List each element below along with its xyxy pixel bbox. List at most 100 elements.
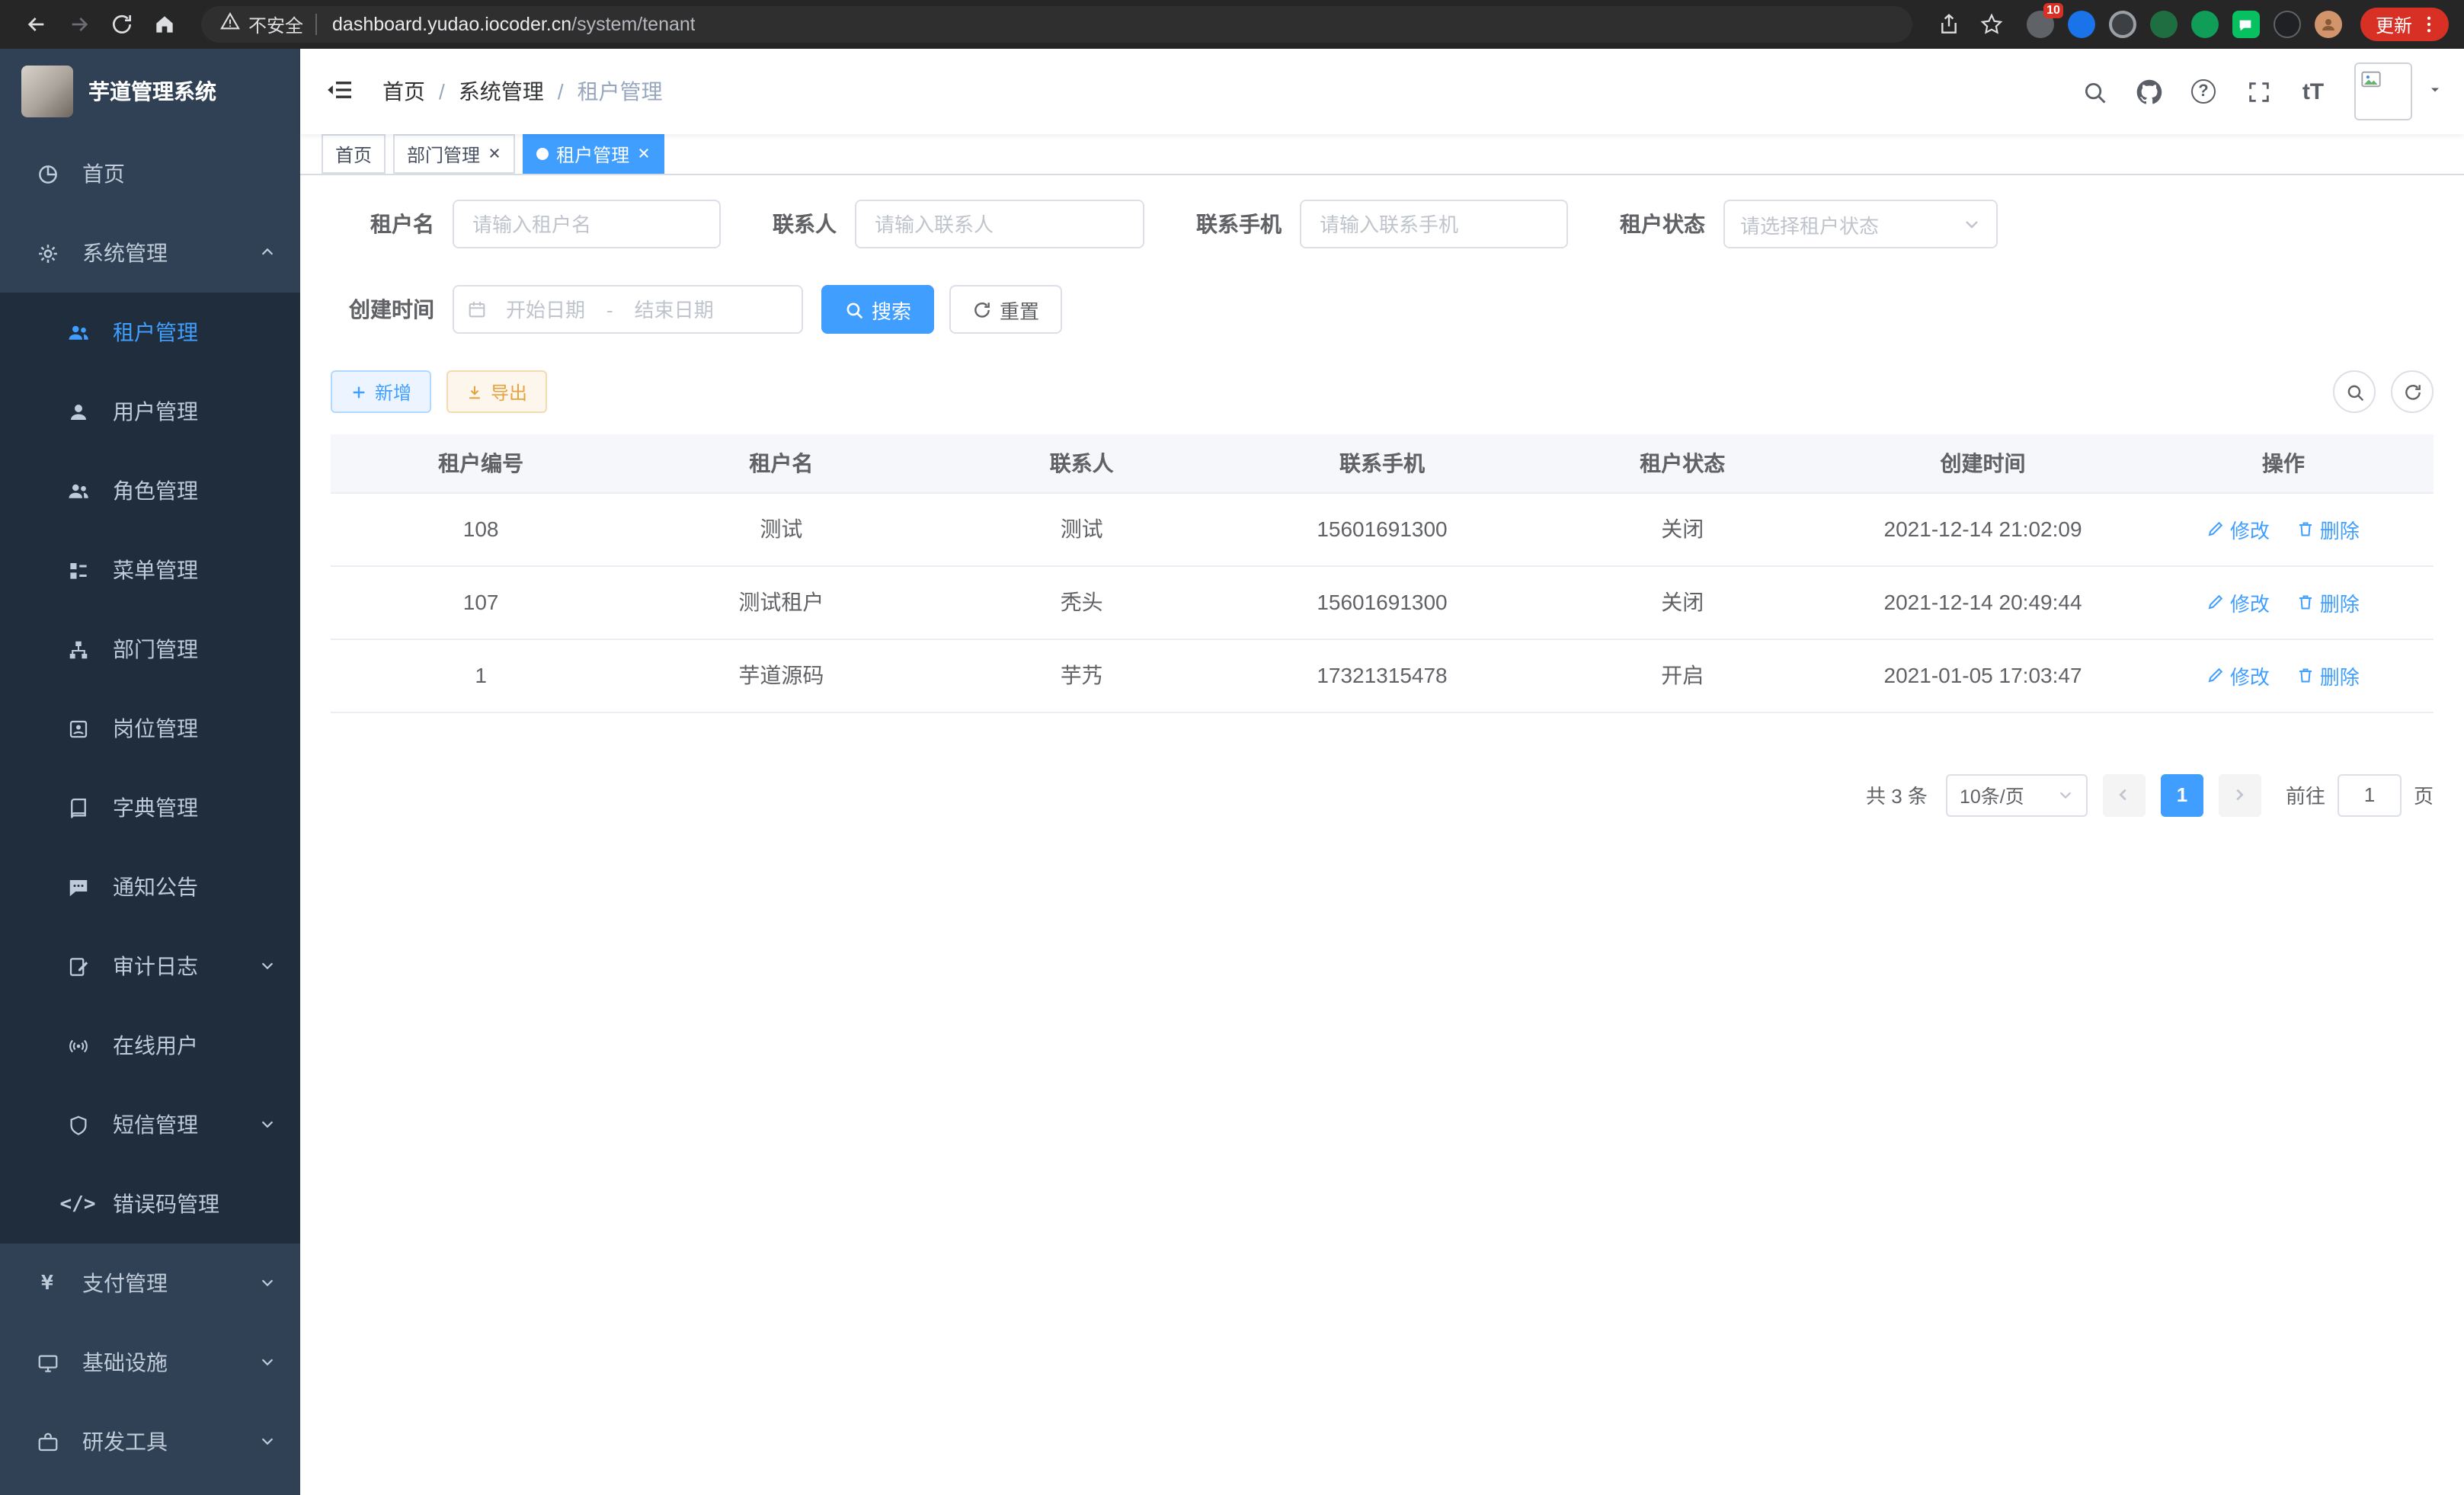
message-icon — [61, 876, 94, 898]
tenant-name-input[interactable] — [453, 200, 721, 248]
extension-icon[interactable] — [2109, 11, 2136, 38]
cell-status: 关闭 — [1532, 492, 1832, 565]
bookmark-star-icon[interactable] — [1970, 6, 2013, 43]
github-icon[interactable] — [2126, 69, 2171, 114]
goto-page-input[interactable] — [2338, 773, 2402, 816]
sidebar-item-dept[interactable]: 部门管理 — [0, 610, 300, 689]
pencil-icon — [2207, 520, 2226, 538]
sidebar-item-audit-log[interactable]: 审计日志 — [0, 927, 300, 1006]
show-search-toggle-button[interactable] — [2333, 370, 2376, 413]
cell-tenant-name: 测试租户 — [631, 565, 931, 639]
page-number-button[interactable]: 1 — [2161, 773, 2203, 816]
profile-avatar-icon[interactable] — [2315, 11, 2342, 38]
caret-down-icon[interactable] — [2427, 78, 2443, 105]
date-range-picker[interactable]: - — [453, 285, 803, 334]
forward-icon[interactable] — [58, 6, 101, 43]
omnibox-divider — [315, 14, 317, 35]
logo-avatar — [21, 66, 73, 117]
refresh-table-button[interactable] — [2391, 370, 2434, 413]
extension-icon[interactable] — [2232, 11, 2260, 38]
cell-status: 开启 — [1532, 639, 1832, 712]
tab-label: 租户管理 — [556, 141, 629, 167]
pagination: 共 3 条 10条/页 1 前往 页 — [331, 773, 2434, 816]
extension-icon[interactable]: 10 — [2027, 11, 2054, 38]
extension-icon[interactable] — [2274, 11, 2301, 38]
sidebar-item-label: 审计日志 — [113, 951, 198, 981]
delete-link[interactable]: 删除 — [2297, 514, 2360, 543]
sidebar-item-tenant[interactable]: 租户管理 — [0, 293, 300, 372]
extension-icon[interactable] — [2191, 11, 2219, 38]
user-avatar[interactable] — [2354, 62, 2412, 120]
tab-dept[interactable]: 部门管理 — [393, 134, 515, 174]
reload-icon[interactable] — [101, 6, 143, 43]
security-label[interactable]: 不安全 — [248, 11, 303, 37]
breadcrumb-home[interactable]: 首页 — [382, 76, 425, 107]
cell-actions: 修改 删除 — [2133, 565, 2434, 639]
chevron-left-icon — [2116, 786, 2133, 803]
cell-actions: 修改 删除 — [2133, 639, 2434, 712]
sidebar-item-infra[interactable]: 基础设施 — [0, 1323, 300, 1402]
cell-tenant-id: 108 — [331, 492, 631, 565]
delete-link[interactable]: 删除 — [2297, 587, 2360, 616]
edit-link[interactable]: 修改 — [2207, 587, 2270, 616]
sidebar-item-error-code[interactable]: </> 错误码管理 — [0, 1164, 300, 1244]
breadcrumb-current: 租户管理 — [578, 76, 663, 107]
logo[interactable]: 芋道管理系统 — [0, 49, 300, 134]
table-header-row: 租户编号 租户名 联系人 联系手机 租户状态 创建时间 操作 — [331, 434, 2434, 492]
breadcrumb-system[interactable]: 系统管理 — [459, 76, 544, 107]
extension-icon[interactable] — [2068, 11, 2095, 38]
delete-link[interactable]: 删除 — [2297, 661, 2360, 690]
sidebar-item-home[interactable]: 首页 — [0, 134, 300, 213]
close-icon[interactable] — [637, 143, 651, 165]
sidebar-fold-icon[interactable] — [325, 75, 358, 108]
sidebar-item-role[interactable]: 角色管理 — [0, 451, 300, 530]
sidebar-item-label: 租户管理 — [113, 317, 198, 347]
tab-home[interactable]: 首页 — [322, 134, 386, 174]
close-icon[interactable] — [488, 143, 501, 165]
sidebar-item-post[interactable]: 岗位管理 — [0, 689, 300, 768]
sidebar-item-user[interactable]: 用户管理 — [0, 372, 300, 451]
help-icon[interactable]: ? — [2181, 69, 2226, 114]
tab-tenant[interactable]: 租户管理 — [523, 134, 664, 174]
badge-icon — [61, 717, 94, 740]
edit-link[interactable]: 修改 — [2207, 661, 2270, 690]
sidebar-item-dict[interactable]: 字典管理 — [0, 768, 300, 847]
search-icon[interactable] — [2071, 69, 2117, 114]
phone-input[interactable] — [1300, 200, 1568, 248]
sidebar-item-system[interactable]: 系统管理 — [0, 213, 300, 293]
fullscreen-icon[interactable] — [2235, 69, 2281, 114]
prev-page-button[interactable] — [2103, 773, 2146, 816]
back-icon[interactable] — [15, 6, 58, 43]
sidebar-item-payment[interactable]: ¥ 支付管理 — [0, 1244, 300, 1323]
date-start-input[interactable] — [488, 298, 603, 321]
url-path: /system/tenant — [571, 14, 696, 35]
export-button[interactable]: 导出 — [446, 370, 547, 413]
chrome-update-button[interactable]: 更新 — [2360, 8, 2449, 41]
search-icon — [844, 299, 864, 319]
add-button[interactable]: 新增 — [331, 370, 431, 413]
chevron-up-icon — [259, 241, 276, 265]
extension-badge: 10 — [2043, 3, 2063, 18]
edit-link[interactable]: 修改 — [2207, 514, 2270, 543]
home-browser-icon[interactable] — [143, 6, 186, 43]
sidebar-item-online-users[interactable]: 在线用户 — [0, 1006, 300, 1085]
sidebar-item-menu[interactable]: 菜单管理 — [0, 530, 300, 610]
extension-icon[interactable] — [2150, 11, 2178, 38]
breadcrumb-separator: / — [558, 79, 564, 104]
address-bar[interactable]: 不安全 dashboard.yudao.iocoder.cn/system/te… — [201, 6, 1912, 43]
contact-input[interactable] — [855, 200, 1144, 248]
next-page-button[interactable] — [2219, 773, 2261, 816]
sidebar-item-notice[interactable]: 通知公告 — [0, 847, 300, 927]
sidebar-item-dev-tools[interactable]: 研发工具 — [0, 1402, 300, 1481]
date-end-input[interactable] — [616, 298, 732, 321]
share-icon[interactable] — [1928, 6, 1970, 43]
column-header: 联系人 — [932, 434, 1232, 492]
font-size-icon[interactable]: tT — [2290, 69, 2336, 114]
status-select[interactable]: 请选择租户状态 — [1723, 200, 1998, 248]
sidebar-item-sms[interactable]: 短信管理 — [0, 1085, 300, 1164]
page-size-select[interactable]: 10条/页 — [1946, 773, 2088, 816]
code-icon: </> — [61, 1192, 94, 1215]
search-button[interactable]: 搜索 — [821, 285, 934, 334]
reset-button[interactable]: 重置 — [949, 285, 1062, 334]
breadcrumb-separator: / — [439, 79, 445, 104]
